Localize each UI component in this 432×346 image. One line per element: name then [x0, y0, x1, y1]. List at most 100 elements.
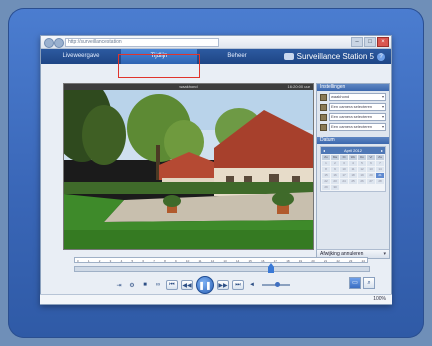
forward-icon[interactable] [54, 38, 64, 48]
calendar-day[interactable]: 24 [340, 179, 348, 184]
address-bar[interactable]: http://surveillancestation [65, 38, 219, 47]
volume-icon[interactable]: ◄ [247, 281, 257, 289]
camera-checkbox[interactable] [320, 123, 327, 131]
calendar-day[interactable]: 10 [340, 167, 348, 172]
export-icon[interactable]: ⇥ [114, 281, 124, 289]
timeline-hour-label: 20 [311, 259, 315, 263]
minimize-button[interactable]: – [351, 37, 363, 47]
tab-beheer[interactable]: Beheer [197, 49, 277, 64]
calendar-day[interactable]: 13 [367, 167, 375, 172]
camera-row: waakhond [320, 93, 386, 101]
layout-buttons: ▭ ⌕ [349, 277, 375, 289]
calendar-day[interactable]: 19 [358, 173, 366, 178]
camera-select[interactable]: waakhond [329, 93, 386, 101]
calendar-day[interactable]: 17 [340, 173, 348, 178]
volume-slider[interactable] [262, 282, 290, 287]
timeline-hour-label: 18 [286, 259, 290, 263]
calendar-day[interactable]: 18 [349, 173, 357, 178]
timeline-hour-label: 7 [153, 259, 155, 263]
calendar-day[interactable]: 6 [367, 161, 375, 166]
tab-liveweergave[interactable]: Liveweergave [41, 49, 121, 64]
last-frame-button[interactable]: ⏭ [232, 280, 244, 290]
calendar-grid: Zo Ma Di Wo Do Vr Za 1 2 3 4 5 6 7 8 9 10 11 12 13 14 15 16 17 1… [321, 154, 385, 191]
playback-controls: ⇥ ⚙ ■ ∞ ⏮ ◀◀ ❚❚ ▶▶ ⏭ ◄ [114, 276, 290, 294]
timeline-track[interactable] [74, 266, 370, 272]
prev-month-icon[interactable]: ◂ [323, 147, 325, 154]
camera-row: Een camera selecteren [320, 103, 386, 111]
calendar-day[interactable]: 25 [349, 179, 357, 184]
back-icon[interactable] [44, 38, 54, 48]
date-calendar: ◂ April 2012 ▸ Zo Ma Di Wo Do Vr Za 1 2 3 4 5 6 7 8 9 10… [320, 146, 386, 192]
settings-icon[interactable]: ⚙ [127, 281, 137, 289]
calendar-day[interactable]: 27 [367, 179, 375, 184]
calendar-day[interactable]: 14 [376, 167, 384, 172]
timeline-hour-label: 10 [185, 259, 190, 263]
calendar-day[interactable]: 7 [376, 161, 384, 166]
camera-checkbox[interactable] [320, 103, 327, 111]
timeline-hour-label: 4 [120, 259, 123, 263]
volume-knob[interactable] [275, 282, 281, 287]
calendar-day[interactable]: 3 [340, 161, 348, 166]
calendar-day[interactable]: 12 [358, 167, 366, 172]
timeline-marker-icon[interactable] [267, 263, 274, 273]
link-icon[interactable]: ∞ [153, 281, 163, 289]
rewind-button[interactable]: ◀◀ [181, 280, 193, 290]
calendar-day[interactable]: 16 [331, 173, 339, 178]
timeline-hour-label: 8 [164, 259, 166, 263]
camera-select[interactable]: Een camera selecteren [329, 103, 386, 111]
calendar-day[interactable]: 21 [376, 173, 384, 178]
calendar-day[interactable]: 1 [322, 161, 330, 166]
timeline-hour-label: 3 [109, 259, 112, 263]
camera-select[interactable]: Een camera selecteren [329, 113, 386, 121]
calendar-day-header: Do [358, 155, 366, 160]
browser-titlebar: http://surveillancestation – □ × [41, 36, 391, 49]
calendar-day[interactable]: 30 [331, 185, 339, 190]
calendar-day[interactable]: 2 [331, 161, 339, 166]
calendar-day[interactable]: 5 [358, 161, 366, 166]
pause-button[interactable]: ❚❚ [196, 276, 214, 294]
calendar-day[interactable]: 8 [322, 167, 330, 172]
forward-button[interactable]: ▶▶ [217, 280, 229, 290]
timeline-hour-label: 9 [175, 259, 177, 263]
camera-checkbox[interactable] [320, 113, 327, 121]
single-view-button[interactable]: ▭ [349, 277, 361, 289]
status-bar: 100% [40, 294, 392, 304]
calendar-day[interactable]: 28 [376, 179, 384, 184]
window-controls: – □ × [351, 37, 389, 47]
timeline-hour-label: 15 [248, 259, 252, 263]
camera-select[interactable]: Een camera selecteren [329, 123, 386, 131]
timeline-hour-label: 21 [323, 259, 328, 263]
first-frame-button[interactable]: ⏮ [166, 280, 178, 290]
calendar-day-header: Vr [367, 155, 375, 160]
date-header: Datum [317, 137, 389, 144]
calendar-day[interactable]: 23 [331, 179, 339, 184]
snapshot-icon[interactable]: ■ [140, 281, 150, 289]
calendar-day[interactable]: 22 [322, 179, 330, 184]
next-month-icon[interactable]: ▸ [381, 147, 383, 154]
app-title: Surveillance Station 5 [296, 52, 374, 61]
help-icon[interactable]: ? [377, 52, 385, 61]
camera-row: Een camera selecteren [320, 123, 386, 131]
calendar-day[interactable]: 4 [349, 161, 357, 166]
timeline-ruler: 0 1 2 3 4 5 6 7 8 9 10 11 12 13 14 15 16 17 18 19 20 21 22 23 24 [74, 257, 368, 263]
zoom-icon[interactable]: ⌕ [363, 277, 375, 289]
calendar-day-header: Wo [349, 155, 357, 160]
timeline-hour-label: 16 [261, 259, 265, 263]
timeline-hour-label: 17 [273, 259, 277, 263]
calendar-day[interactable]: 20 [367, 173, 375, 178]
calendar-day[interactable]: 11 [349, 167, 357, 172]
timeline-hour-label: 22 [336, 259, 340, 263]
close-button[interactable]: × [377, 37, 389, 47]
calendar-day[interactable]: 9 [331, 167, 339, 172]
calendar-day[interactable]: 29 [322, 185, 330, 190]
zoom-level[interactable]: 100% [373, 295, 386, 304]
camera-checkbox[interactable] [320, 93, 327, 101]
calendar-day[interactable]: 15 [322, 173, 330, 178]
video-viewport[interactable]: waakhond 16:20:00 uur [63, 83, 314, 250]
timeline-hour-label: 5 [131, 259, 134, 263]
timeline-hour-label: 14 [235, 259, 240, 263]
app-brand: Surveillance Station 5 ? [283, 49, 385, 64]
calendar-day[interactable]: 26 [358, 179, 366, 184]
camera-logo-icon [283, 53, 294, 60]
maximize-button[interactable]: □ [364, 37, 376, 47]
